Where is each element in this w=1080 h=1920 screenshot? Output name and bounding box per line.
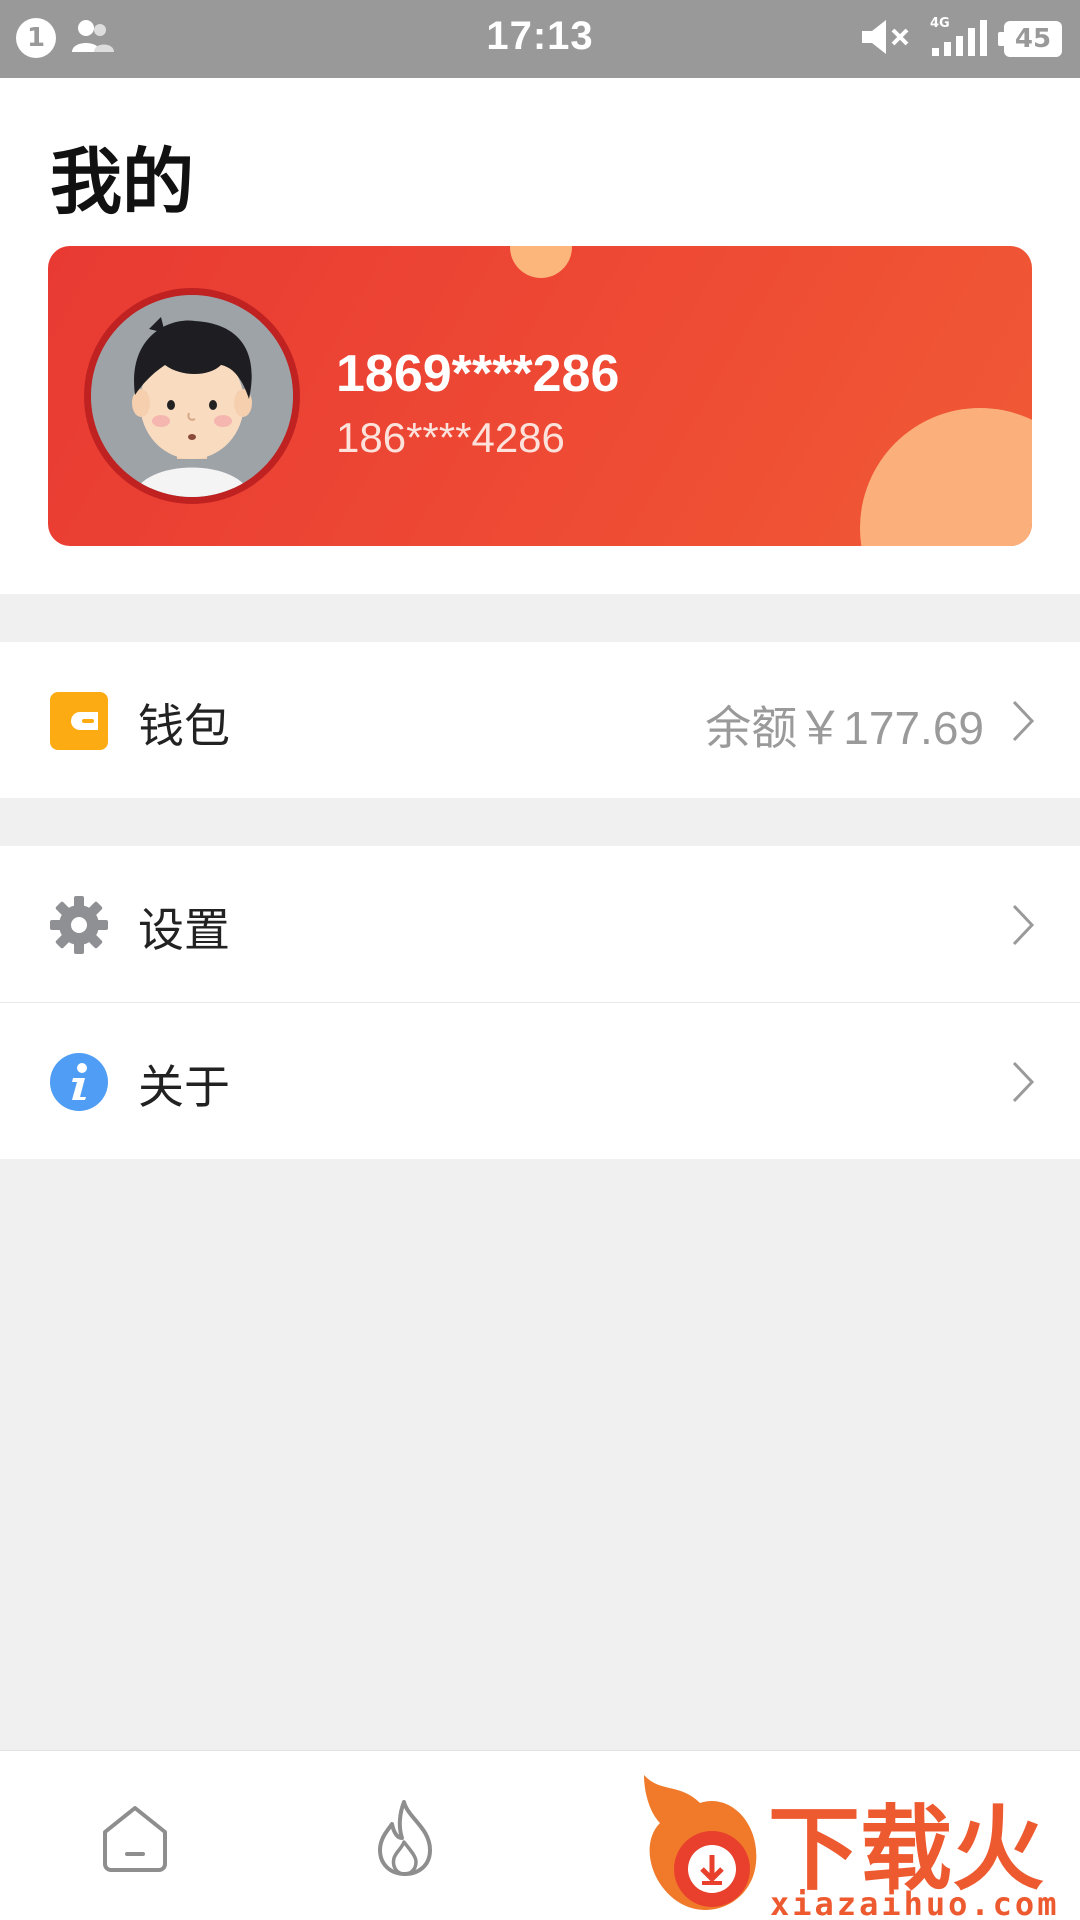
screen: 1 17:13 4G 45 我的 1869****286 186****4286… [0,0,1080,1920]
profile-card[interactable]: 1869****286 186****4286 [48,246,1032,546]
user-phone: 186****4286 [336,414,565,461]
settings-row[interactable]: 设置 [0,846,1080,1002]
wallet-balance: 余额￥177.69 [705,702,984,754]
avatar-image [91,295,293,497]
home-icon [99,1802,171,1878]
status-right: 4G 45 [860,16,1062,62]
wallet-label: 钱包 [138,699,230,753]
decor-circle [860,408,1032,546]
mute-icon [860,17,914,61]
gear-icon [50,896,108,954]
network-label: 4G [930,16,950,31]
wallet-row[interactable]: 钱包 余额￥177.69 [0,642,1080,798]
page-title: 我的 [50,140,195,224]
battery-icon: 45 [998,21,1062,57]
fire-icon [370,1798,440,1882]
wallet-icon [50,692,108,750]
nav-hot[interactable] [360,1795,450,1885]
user-name: 1869****286 [336,345,620,403]
info-icon [50,1053,108,1111]
signal-icon: 4G [930,16,988,62]
about-row[interactable]: 关于 [0,1003,1080,1159]
watermark-url: xiazaihuo.com [770,1885,1060,1920]
profile-header: 我的 1869****286 186****4286 [0,78,1080,594]
decor-circle [510,246,572,278]
chevron-right-icon [1010,698,1036,744]
bottom-nav: 下载火 xiazaihuo.com [0,1750,1080,1920]
chevron-right-icon [1010,1059,1036,1105]
avatar[interactable] [84,288,300,504]
settings-label: 设置 [138,903,230,957]
chevron-right-icon [1010,902,1036,948]
watermark: 下载火 xiazaihuo.com [640,1773,1080,1920]
about-label: 关于 [138,1060,230,1114]
nav-home[interactable] [90,1795,180,1885]
status-bar: 1 17:13 4G 45 [0,0,1080,78]
